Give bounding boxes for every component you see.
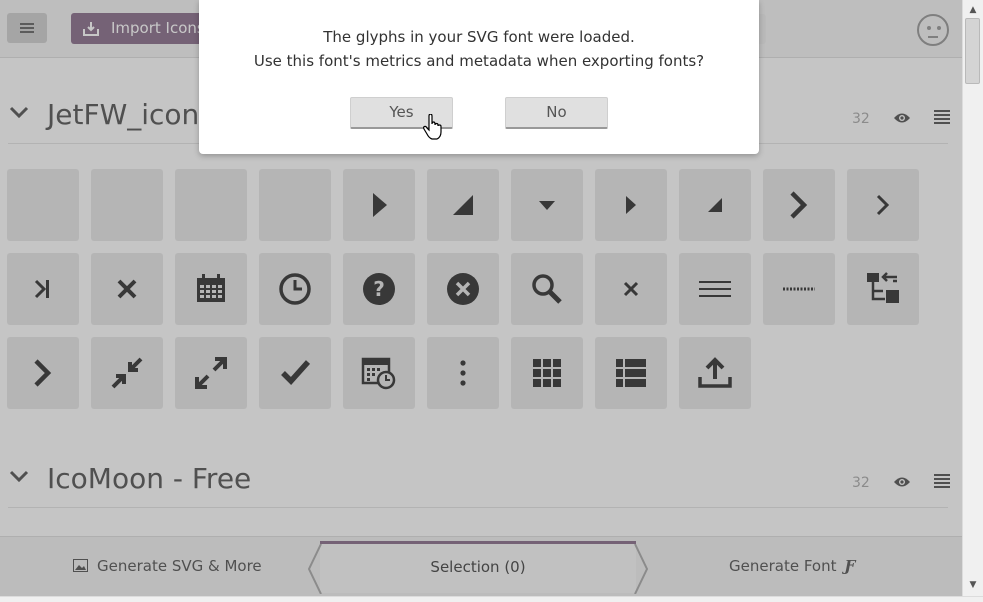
scrollbar-thumb[interactable] [965, 18, 980, 84]
vertical-scrollbar[interactable]: ▲ ▼ [962, 0, 983, 596]
no-button[interactable]: No [505, 97, 608, 129]
window-bottom-edge [0, 596, 983, 602]
app-window: Import Icons JetFW_icon 32 ? IcoMoon - F… [0, 0, 962, 602]
dialog-message-line2: Use this font's metrics and metadata whe… [253, 52, 705, 70]
confirm-dialog: The glyphs in your SVG font were loaded.… [199, 0, 759, 154]
scroll-down-arrow-icon[interactable]: ▼ [963, 577, 983, 593]
scroll-up-arrow-icon[interactable]: ▲ [963, 2, 983, 18]
hand-cursor-icon [423, 114, 442, 140]
dialog-message-line1: The glyphs in your SVG font were loaded. [323, 28, 635, 46]
